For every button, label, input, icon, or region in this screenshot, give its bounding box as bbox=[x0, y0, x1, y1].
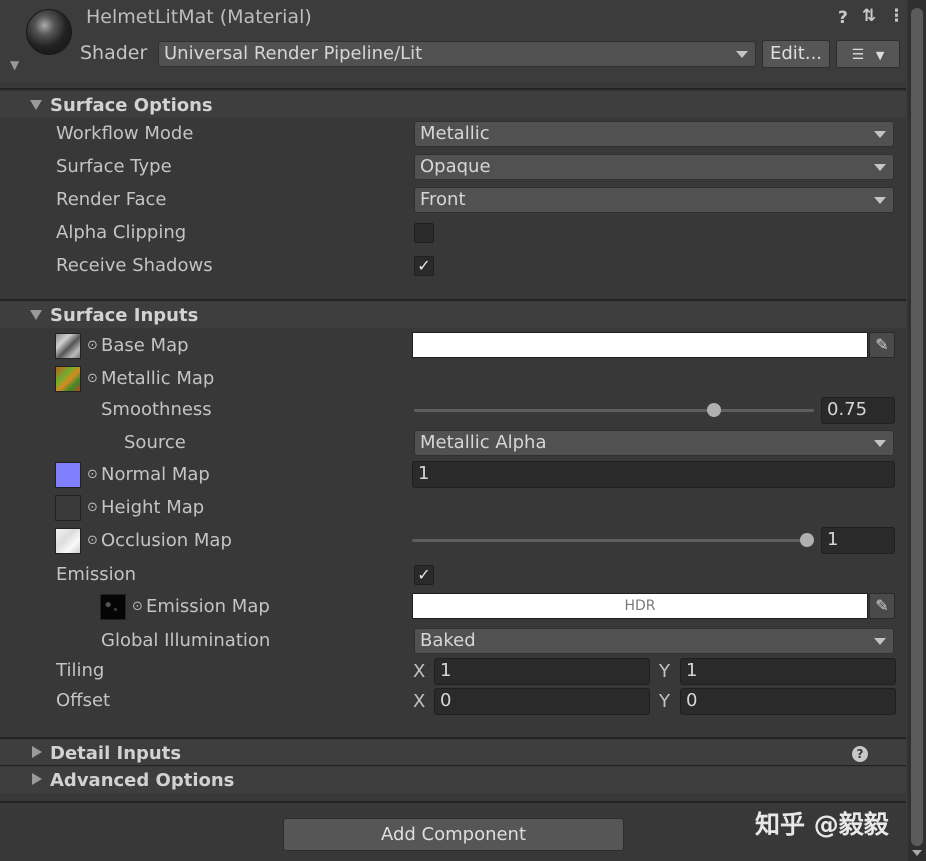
tiling-x-field[interactable]: 1 bbox=[434, 658, 650, 685]
help-icon[interactable]: ? bbox=[838, 8, 848, 28]
foldout-closed-icon[interactable] bbox=[32, 773, 42, 785]
foldout-open-icon[interactable] bbox=[30, 310, 42, 320]
chevron-down-icon bbox=[874, 164, 886, 171]
object-picker-icon[interactable]: ⊙ bbox=[87, 338, 98, 353]
smoothness-slider-track[interactable] bbox=[414, 409, 814, 412]
emission-label: Emission bbox=[56, 564, 137, 585]
source-label: Source bbox=[124, 432, 186, 453]
offset-x-field[interactable]: 0 bbox=[434, 688, 650, 715]
metallic-map-texture-thumbnail[interactable] bbox=[55, 366, 81, 392]
scroll-down-icon[interactable] bbox=[912, 850, 922, 856]
normal-map-label: Normal Map bbox=[101, 464, 210, 485]
offset-label: Offset bbox=[56, 690, 111, 711]
divider bbox=[0, 88, 906, 90]
occlusion-value-field[interactable]: 1 bbox=[821, 527, 895, 554]
height-map-label: Height Map bbox=[101, 497, 205, 518]
divider bbox=[0, 801, 906, 803]
eyedropper-icon[interactable]: ✎ bbox=[869, 332, 895, 358]
list-menu-button[interactable]: ☰ ▼ bbox=[836, 40, 900, 68]
divider bbox=[0, 737, 906, 739]
surface-type-label: Surface Type bbox=[56, 156, 172, 177]
tiling-label: Tiling bbox=[56, 660, 105, 681]
surface-type-value: Opaque bbox=[420, 156, 491, 177]
surface-options-title: Surface Options bbox=[50, 95, 213, 116]
add-component-button[interactable]: Add Component bbox=[283, 818, 624, 851]
detail-inputs-title: Detail Inputs bbox=[50, 743, 182, 764]
divider bbox=[0, 299, 906, 301]
object-picker-icon[interactable]: ⊙ bbox=[87, 500, 98, 515]
material-preview-icon bbox=[26, 9, 72, 55]
shader-dropdown[interactable]: Universal Render Pipeline/Lit bbox=[158, 41, 756, 67]
metallic-map-label: Metallic Map bbox=[101, 368, 215, 389]
offset-x-label: X bbox=[413, 691, 426, 712]
offset-y-label: Y bbox=[659, 691, 670, 712]
base-map-texture-thumbnail[interactable] bbox=[55, 333, 81, 359]
offset-y-field[interactable]: 0 bbox=[680, 688, 896, 715]
alpha-clipping-checkbox[interactable] bbox=[414, 223, 434, 243]
render-face-value: Front bbox=[420, 189, 466, 210]
scrollbar-thumb[interactable] bbox=[911, 8, 923, 846]
smoothness-label: Smoothness bbox=[101, 399, 212, 420]
list-icon: ☰ bbox=[851, 47, 865, 63]
occlusion-slider-track[interactable] bbox=[412, 539, 814, 542]
alpha-clipping-label: Alpha Clipping bbox=[56, 222, 187, 243]
normal-map-texture-thumbnail[interactable] bbox=[55, 462, 81, 488]
height-map-texture-thumbnail[interactable] bbox=[55, 495, 81, 521]
chevron-down-icon bbox=[874, 131, 886, 138]
occlusion-slider-knob[interactable] bbox=[800, 533, 814, 547]
emission-color-hdr-field[interactable]: HDR bbox=[412, 593, 868, 619]
kebab-menu-icon[interactable]: ⋮ bbox=[888, 6, 905, 26]
surface-type-dropdown[interactable]: Opaque bbox=[414, 154, 894, 180]
base-map-color-field[interactable] bbox=[412, 332, 868, 358]
tiling-y-field[interactable]: 1 bbox=[680, 658, 896, 685]
foldout-arrow-icon[interactable]: ▼ bbox=[10, 58, 19, 72]
render-face-label: Render Face bbox=[56, 189, 167, 210]
object-picker-icon[interactable]: ⊙ bbox=[87, 371, 98, 386]
chevron-down-icon bbox=[874, 197, 886, 204]
workflow-mode-value: Metallic bbox=[420, 123, 490, 144]
workflow-mode-label: Workflow Mode bbox=[56, 123, 194, 144]
tiling-x-label: X bbox=[413, 661, 426, 682]
edit-shader-button[interactable]: Edit... bbox=[762, 40, 830, 68]
divider bbox=[0, 765, 906, 766]
object-picker-icon[interactable]: ⊙ bbox=[87, 533, 98, 548]
emission-checkbox[interactable]: ✓ bbox=[414, 565, 434, 585]
preset-icon[interactable]: ⇅ bbox=[862, 6, 876, 26]
normal-map-scale-field[interactable]: 1 bbox=[412, 461, 895, 488]
global-illumination-value: Baked bbox=[420, 630, 476, 651]
foldout-closed-icon[interactable] bbox=[32, 746, 42, 758]
smoothness-source-dropdown[interactable]: Metallic Alpha bbox=[414, 430, 894, 456]
workflow-mode-dropdown[interactable]: Metallic bbox=[414, 121, 894, 147]
object-picker-icon[interactable]: ⊙ bbox=[132, 599, 143, 614]
tiling-y-label: Y bbox=[659, 661, 670, 682]
global-illumination-dropdown[interactable]: Baked bbox=[414, 628, 894, 654]
watermark-text: 知乎 @毅毅 bbox=[755, 810, 889, 839]
source-value: Metallic Alpha bbox=[420, 432, 547, 453]
chevron-down-icon: ▼ bbox=[875, 49, 885, 62]
emission-map-label: Emission Map bbox=[146, 596, 270, 617]
shader-value: Universal Render Pipeline/Lit bbox=[164, 43, 423, 64]
chevron-down-icon bbox=[874, 440, 886, 447]
occlusion-map-texture-thumbnail[interactable] bbox=[55, 528, 81, 554]
base-map-label: Base Map bbox=[101, 335, 189, 356]
shader-label: Shader bbox=[80, 42, 148, 64]
eyedropper-icon[interactable]: ✎ bbox=[869, 593, 895, 619]
chevron-down-icon bbox=[736, 51, 748, 58]
material-title: HelmetLitMat (Material) bbox=[86, 6, 312, 28]
advanced-options-title: Advanced Options bbox=[50, 770, 235, 791]
object-picker-icon[interactable]: ⊙ bbox=[87, 467, 98, 482]
smoothness-value-field[interactable]: 0.75 bbox=[821, 397, 895, 424]
smoothness-slider-knob[interactable] bbox=[707, 403, 721, 417]
render-face-dropdown[interactable]: Front bbox=[414, 187, 894, 213]
chevron-down-icon bbox=[874, 638, 886, 645]
receive-shadows-label: Receive Shadows bbox=[56, 255, 213, 276]
receive-shadows-checkbox[interactable]: ✓ bbox=[414, 256, 434, 276]
global-illumination-label: Global Illumination bbox=[101, 630, 271, 651]
occlusion-map-label: Occlusion Map bbox=[101, 530, 232, 551]
surface-inputs-title: Surface Inputs bbox=[50, 305, 199, 326]
emission-map-texture-thumbnail[interactable] bbox=[100, 594, 126, 620]
foldout-open-icon[interactable] bbox=[30, 100, 42, 110]
help-icon[interactable]: ? bbox=[852, 746, 868, 762]
